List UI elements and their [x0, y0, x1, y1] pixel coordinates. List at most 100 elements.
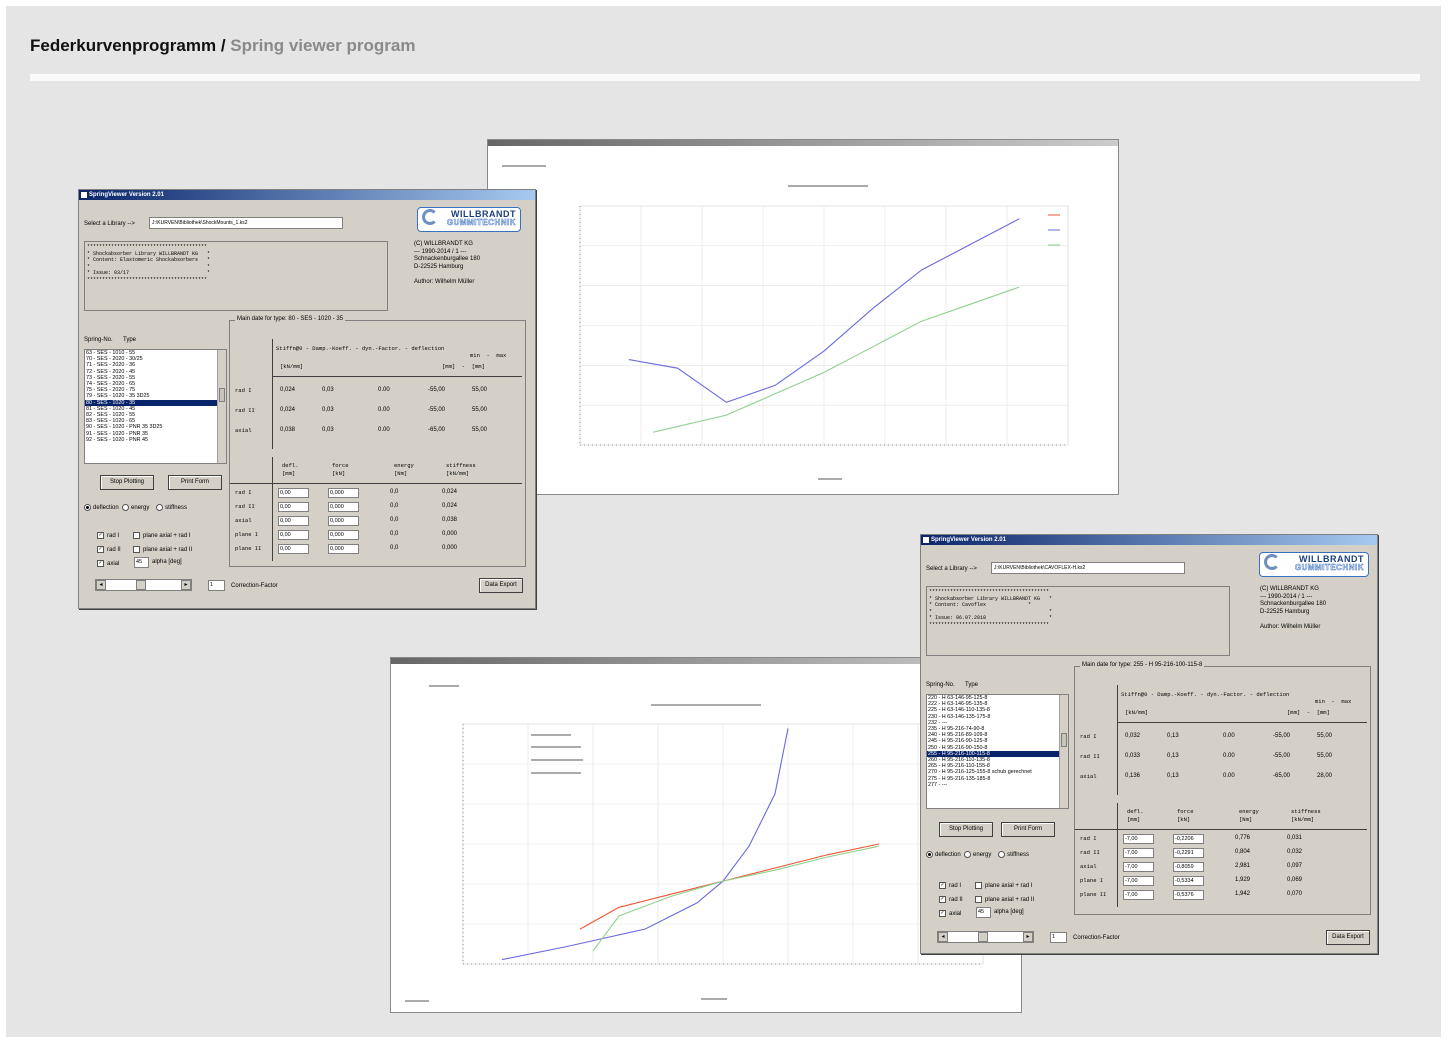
legend-text-mark	[531, 746, 581, 748]
energy-radio[interactable]	[122, 504, 130, 511]
deflection-input[interactable]: -7,00	[1123, 848, 1154, 858]
force-input[interactable]: -0,5334	[1173, 876, 1204, 886]
axial-checkbox-row[interactable]: ✓ axial	[939, 910, 961, 917]
window-2-titlebar[interactable]: SpringViewer Version 2.01	[921, 535, 1377, 545]
stiffness-radio[interactable]	[156, 504, 164, 511]
energy-value: 1,929	[1235, 877, 1251, 883]
list-scrollbar-thumb[interactable]	[1061, 733, 1067, 747]
logo-text-2: GUMMITECHNIK	[1294, 563, 1364, 573]
force-input[interactable]: -0,5376	[1173, 890, 1204, 900]
scroll-thumb[interactable]	[978, 932, 988, 942]
rad2-checkbox-row[interactable]: ✓ rad II	[97, 546, 121, 553]
deflection-input[interactable]: 0,00	[278, 544, 309, 554]
print-form-button[interactable]: Print Form	[168, 475, 222, 490]
scroll-right-icon[interactable]: ▸	[1023, 932, 1033, 942]
plane2-checkbox[interactable]	[975, 896, 982, 903]
table2-unit-defl: [mm]	[1127, 816, 1141, 823]
deflection-input[interactable]: 0,00	[278, 488, 309, 498]
table2-row-label: axial	[235, 517, 252, 524]
rad1-checkbox[interactable]: ✓	[939, 882, 946, 889]
correction-factor-input[interactable]: 1	[208, 580, 225, 591]
table1-row-label: axial	[1080, 773, 1097, 780]
plane1-checkbox-row[interactable]: plane axial + rad I	[133, 532, 191, 539]
plane1-checkbox[interactable]	[975, 882, 982, 889]
axial-checkbox[interactable]: ✓	[97, 560, 104, 567]
stop-plotting-button[interactable]: Stop Plotting	[939, 822, 993, 837]
list-scrollbar-thumb[interactable]	[219, 388, 225, 402]
axial-checkbox-row[interactable]: ✓ axial	[97, 560, 119, 567]
window-1-titlebar[interactable]: SpringViewer Version 2.01	[79, 190, 535, 200]
table2-header-force: force	[1177, 808, 1194, 815]
table2-row-label: axial	[1080, 863, 1097, 870]
alpha-input[interactable]: 45	[976, 907, 991, 918]
force-input[interactable]: 0,000	[328, 488, 359, 498]
deflection-input[interactable]: -7,00	[1123, 876, 1154, 886]
list-item[interactable]: 277 - ---	[927, 782, 1068, 788]
force-input[interactable]: -0,8059	[1173, 862, 1204, 872]
force-input[interactable]: -0,2291	[1173, 848, 1204, 858]
plane2-checkbox-row[interactable]: plane axial + rad II	[133, 546, 192, 553]
rad2-checkbox[interactable]: ✓	[97, 546, 104, 553]
deflection-input[interactable]: 0,00	[278, 530, 309, 540]
rad1-checkbox-row[interactable]: ✓ rad I	[97, 532, 119, 539]
table1-cell-max: 55,00	[472, 407, 488, 413]
force-input[interactable]: 0,000	[328, 516, 359, 526]
table2-header-line	[230, 483, 522, 484]
force-input[interactable]: -0,2206	[1173, 834, 1204, 844]
deflection-input[interactable]: -7,00	[1123, 890, 1154, 900]
data-export-button[interactable]: Data Export	[479, 578, 523, 593]
plane2-checkbox[interactable]	[133, 546, 140, 553]
axial-checkbox[interactable]: ✓	[939, 910, 946, 917]
print-form-button[interactable]: Print Form	[1001, 822, 1055, 837]
plane2-label: plane axial + rad II	[985, 897, 1035, 904]
deflection-input[interactable]: -7,00	[1123, 862, 1154, 872]
correction-scrollbar[interactable]: ◂ ▸	[95, 579, 192, 591]
library-info-memo[interactable]: ****************************************…	[84, 241, 388, 311]
correction-scrollbar[interactable]: ◂ ▸	[937, 931, 1034, 943]
library-info-memo[interactable]: ****************************************…	[926, 586, 1230, 656]
data-export-button[interactable]: Data Export	[1326, 930, 1370, 945]
alpha-input[interactable]: 45	[134, 557, 149, 568]
force-input[interactable]: 0,000	[328, 544, 359, 554]
table1-cell-min: -55,00	[1273, 753, 1291, 759]
scroll-right-icon[interactable]: ▸	[181, 580, 191, 590]
deflection-input[interactable]: 0,00	[278, 516, 309, 526]
rad1-checkbox[interactable]: ✓	[97, 532, 104, 539]
rad2-checkbox[interactable]: ✓	[939, 896, 946, 903]
stiffness-value: 0,024	[442, 489, 458, 495]
spring-type-list[interactable]: 220 - H 63-146-95-125-8 222 - H 63-146-95…	[926, 694, 1069, 809]
plane1-checkbox-row[interactable]: plane axial + rad I	[975, 882, 1033, 889]
plane2-label: plane axial + rad II	[143, 547, 193, 554]
list-scrollbar[interactable]	[217, 350, 226, 463]
rad1-checkbox-row[interactable]: ✓ rad I	[939, 882, 961, 889]
force-input[interactable]: 0,000	[328, 530, 359, 540]
table2-unit-force: [kN]	[1177, 816, 1191, 823]
table2-divider	[272, 457, 273, 561]
plane2-checkbox-row[interactable]: plane axial + rad II	[975, 896, 1034, 903]
deflection-input[interactable]: -7,00	[1123, 834, 1154, 844]
scroll-thumb[interactable]	[136, 580, 146, 590]
stiffness-radio[interactable]	[998, 851, 1006, 858]
correction-factor-input[interactable]: 1	[1050, 932, 1067, 943]
deflection-label: deflection	[93, 505, 119, 512]
plane1-checkbox[interactable]	[133, 532, 140, 539]
energy-radio[interactable]	[964, 851, 972, 858]
energy-value: 0,0	[390, 517, 399, 523]
stop-plotting-button[interactable]: Stop Plotting	[100, 475, 154, 490]
rad2-checkbox-row[interactable]: ✓ rad II	[939, 896, 963, 903]
library-path-input[interactable]: J:\KURVEN\Bibliothek\CAVOFLEX-H.ks2	[991, 562, 1185, 574]
deflection-radio[interactable]	[84, 504, 91, 511]
library-path-input[interactable]: J:\KURVEN\Bibliothek\ShockMounts_1.ks2	[149, 217, 343, 229]
table1-cell-stiff: 0,024	[280, 387, 296, 393]
main-data-group: Main date for type: 255 - H 95-216-100-1…	[1074, 662, 1371, 915]
spring-type-list[interactable]: 63 - SES - 1010 - 55 70 - SES - 2020 - 30…	[84, 349, 227, 464]
scroll-left-icon[interactable]: ◂	[96, 580, 106, 590]
list-item[interactable]: 92 - SES - 1020 - PNR 45	[85, 437, 226, 443]
force-input[interactable]: 0,000	[328, 502, 359, 512]
deflection-radio[interactable]	[926, 851, 933, 858]
table1-divider	[1117, 685, 1118, 795]
plot-window-1[interactable]	[487, 139, 1119, 495]
scroll-left-icon[interactable]: ◂	[938, 932, 948, 942]
deflection-input[interactable]: 0,00	[278, 502, 309, 512]
list-scrollbar[interactable]	[1059, 695, 1068, 808]
